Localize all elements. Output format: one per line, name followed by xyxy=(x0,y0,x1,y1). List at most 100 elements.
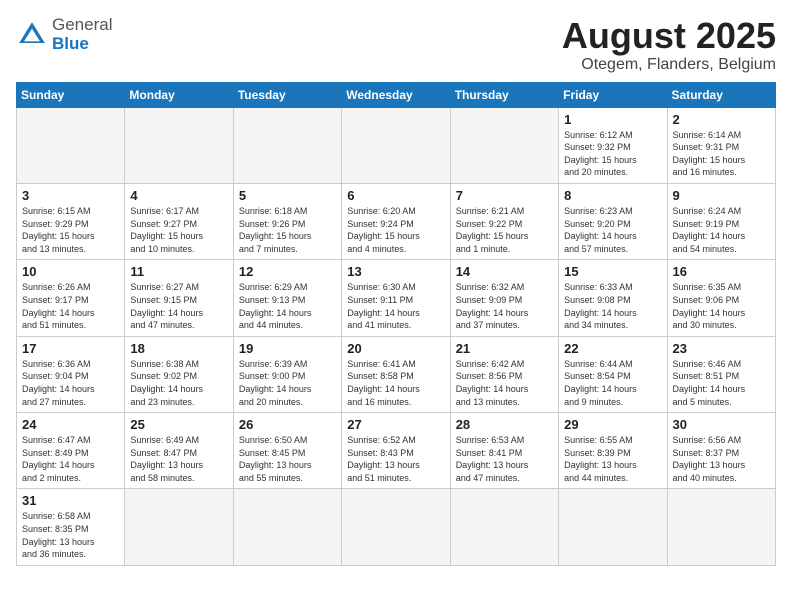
table-row: 31Sunrise: 6:58 AM Sunset: 8:35 PM Dayli… xyxy=(17,489,125,565)
day-number: 7 xyxy=(456,188,553,203)
table-row: 23Sunrise: 6:46 AM Sunset: 8:51 PM Dayli… xyxy=(667,336,775,412)
day-info: Sunrise: 6:42 AM Sunset: 8:56 PM Dayligh… xyxy=(456,358,553,408)
week-row-3: 10Sunrise: 6:26 AM Sunset: 9:17 PM Dayli… xyxy=(17,260,776,336)
day-info: Sunrise: 6:30 AM Sunset: 9:11 PM Dayligh… xyxy=(347,281,444,331)
day-number: 13 xyxy=(347,264,444,279)
day-info: Sunrise: 6:44 AM Sunset: 8:54 PM Dayligh… xyxy=(564,358,661,408)
day-number: 11 xyxy=(130,264,227,279)
day-info: Sunrise: 6:49 AM Sunset: 8:47 PM Dayligh… xyxy=(130,434,227,484)
table-row: 8Sunrise: 6:23 AM Sunset: 9:20 PM Daylig… xyxy=(559,183,667,259)
table-row: 22 Sunrise: 6:44 AM Sunset: 8:54 PM Dayli… xyxy=(559,336,667,412)
table-row: 24Sunrise: 6:47 AM Sunset: 8:49 PM Dayli… xyxy=(17,413,125,489)
week-row-5: 24Sunrise: 6:47 AM Sunset: 8:49 PM Dayli… xyxy=(17,413,776,489)
day-number: 22 xyxy=(564,341,661,356)
table-row: 9 Sunrise: 6:24 AM Sunset: 9:19 PM Daylig… xyxy=(667,183,775,259)
day-info: Sunrise: 6:35 AM Sunset: 9:06 PM Dayligh… xyxy=(673,281,770,331)
day-info: Sunrise: 6:41 AM Sunset: 8:58 PM Dayligh… xyxy=(347,358,444,408)
day-number: 2 xyxy=(673,112,770,127)
table-row: 16 Sunrise: 6:35 AM Sunset: 9:06 PM Dayli… xyxy=(667,260,775,336)
weekday-header-thursday: Thursday xyxy=(450,82,558,107)
day-info: Sunrise: 6:47 AM Sunset: 8:49 PM Dayligh… xyxy=(22,434,119,484)
table-row: 19Sunrise: 6:39 AM Sunset: 9:00 PM Dayli… xyxy=(233,336,341,412)
table-row: 28 Sunrise: 6:53 AM Sunset: 8:41 PM Dayli… xyxy=(450,413,558,489)
logo-text: General Blue xyxy=(52,16,112,53)
calendar: SundayMondayTuesdayWednesdayThursdayFrid… xyxy=(16,82,776,566)
day-number: 6 xyxy=(347,188,444,203)
day-info: Sunrise: 6:23 AM Sunset: 9:20 PM Dayligh… xyxy=(564,205,661,255)
day-number: 15 xyxy=(564,264,661,279)
day-number: 5 xyxy=(239,188,336,203)
day-info: Sunrise: 6:58 AM Sunset: 8:35 PM Dayligh… xyxy=(22,510,119,560)
day-number: 25 xyxy=(130,417,227,432)
table-row: 18 Sunrise: 6:38 AM Sunset: 9:02 PM Dayli… xyxy=(125,336,233,412)
table-row xyxy=(233,489,341,565)
weekday-header-row: SundayMondayTuesdayWednesdayThursdayFrid… xyxy=(17,82,776,107)
table-row: 21 Sunrise: 6:42 AM Sunset: 8:56 PM Dayli… xyxy=(450,336,558,412)
table-row xyxy=(342,107,450,183)
logo: General Blue xyxy=(16,16,112,53)
day-info: Sunrise: 6:14 AM Sunset: 9:31 PM Dayligh… xyxy=(673,129,770,179)
table-row xyxy=(559,489,667,565)
day-number: 4 xyxy=(130,188,227,203)
day-number: 21 xyxy=(456,341,553,356)
day-info: Sunrise: 6:52 AM Sunset: 8:43 PM Dayligh… xyxy=(347,434,444,484)
location-subtitle: Otegem, Flanders, Belgium xyxy=(562,56,776,74)
table-row xyxy=(233,107,341,183)
table-row: 12 Sunrise: 6:29 AM Sunset: 9:13 PM Dayli… xyxy=(233,260,341,336)
table-row: 29Sunrise: 6:55 AM Sunset: 8:39 PM Dayli… xyxy=(559,413,667,489)
logo-icon xyxy=(16,19,48,51)
table-row: 30Sunrise: 6:56 AM Sunset: 8:37 PM Dayli… xyxy=(667,413,775,489)
table-row: 4 Sunrise: 6:17 AM Sunset: 9:27 PM Daylig… xyxy=(125,183,233,259)
weekday-header-tuesday: Tuesday xyxy=(233,82,341,107)
day-number: 16 xyxy=(673,264,770,279)
weekday-header-saturday: Saturday xyxy=(667,82,775,107)
day-number: 9 xyxy=(673,188,770,203)
day-info: Sunrise: 6:20 AM Sunset: 9:24 PM Dayligh… xyxy=(347,205,444,255)
table-row xyxy=(342,489,450,565)
day-number: 30 xyxy=(673,417,770,432)
table-row xyxy=(667,489,775,565)
week-row-4: 17Sunrise: 6:36 AM Sunset: 9:04 PM Dayli… xyxy=(17,336,776,412)
table-row: 7Sunrise: 6:21 AM Sunset: 9:22 PM Daylig… xyxy=(450,183,558,259)
logo-general-text: General xyxy=(52,16,112,35)
day-info: Sunrise: 6:24 AM Sunset: 9:19 PM Dayligh… xyxy=(673,205,770,255)
table-row: 17Sunrise: 6:36 AM Sunset: 9:04 PM Dayli… xyxy=(17,336,125,412)
day-info: Sunrise: 6:29 AM Sunset: 9:13 PM Dayligh… xyxy=(239,281,336,331)
table-row: 5Sunrise: 6:18 AM Sunset: 9:26 PM Daylig… xyxy=(233,183,341,259)
table-row: 15Sunrise: 6:33 AM Sunset: 9:08 PM Dayli… xyxy=(559,260,667,336)
logo-blue-text: Blue xyxy=(52,35,112,54)
week-row-2: 3Sunrise: 6:15 AM Sunset: 9:29 PM Daylig… xyxy=(17,183,776,259)
day-number: 29 xyxy=(564,417,661,432)
day-number: 14 xyxy=(456,264,553,279)
day-info: Sunrise: 6:50 AM Sunset: 8:45 PM Dayligh… xyxy=(239,434,336,484)
table-row xyxy=(17,107,125,183)
day-info: Sunrise: 6:15 AM Sunset: 9:29 PM Dayligh… xyxy=(22,205,119,255)
table-row: 26Sunrise: 6:50 AM Sunset: 8:45 PM Dayli… xyxy=(233,413,341,489)
month-title: August 2025 xyxy=(562,16,776,56)
table-row: 20Sunrise: 6:41 AM Sunset: 8:58 PM Dayli… xyxy=(342,336,450,412)
table-row: 10Sunrise: 6:26 AM Sunset: 9:17 PM Dayli… xyxy=(17,260,125,336)
weekday-header-sunday: Sunday xyxy=(17,82,125,107)
table-row: 6 Sunrise: 6:20 AM Sunset: 9:24 PM Daylig… xyxy=(342,183,450,259)
table-row: 25 Sunrise: 6:49 AM Sunset: 8:47 PM Dayli… xyxy=(125,413,233,489)
day-number: 12 xyxy=(239,264,336,279)
day-info: Sunrise: 6:46 AM Sunset: 8:51 PM Dayligh… xyxy=(673,358,770,408)
day-info: Sunrise: 6:53 AM Sunset: 8:41 PM Dayligh… xyxy=(456,434,553,484)
table-row: 14Sunrise: 6:32 AM Sunset: 9:09 PM Dayli… xyxy=(450,260,558,336)
weekday-header-wednesday: Wednesday xyxy=(342,82,450,107)
weekday-header-monday: Monday xyxy=(125,82,233,107)
table-row xyxy=(450,489,558,565)
day-number: 17 xyxy=(22,341,119,356)
weekday-header-friday: Friday xyxy=(559,82,667,107)
day-info: Sunrise: 6:17 AM Sunset: 9:27 PM Dayligh… xyxy=(130,205,227,255)
table-row: 3Sunrise: 6:15 AM Sunset: 9:29 PM Daylig… xyxy=(17,183,125,259)
day-number: 28 xyxy=(456,417,553,432)
day-info: Sunrise: 6:38 AM Sunset: 9:02 PM Dayligh… xyxy=(130,358,227,408)
day-info: Sunrise: 6:39 AM Sunset: 9:00 PM Dayligh… xyxy=(239,358,336,408)
table-row: 1Sunrise: 6:12 AM Sunset: 9:32 PM Daylig… xyxy=(559,107,667,183)
table-row xyxy=(125,489,233,565)
table-row: 2 Sunrise: 6:14 AM Sunset: 9:31 PM Daylig… xyxy=(667,107,775,183)
title-area: August 2025 Otegem, Flanders, Belgium xyxy=(562,16,776,74)
day-number: 18 xyxy=(130,341,227,356)
day-number: 10 xyxy=(22,264,119,279)
